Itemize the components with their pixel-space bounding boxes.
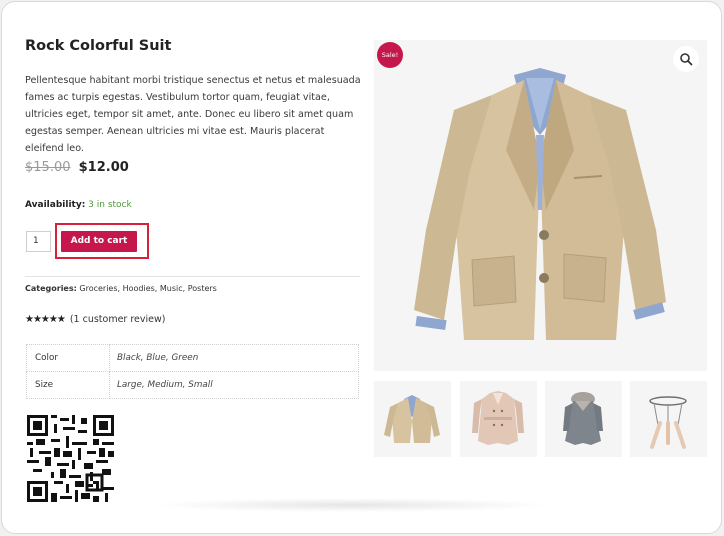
product-rating: ★★★★★ (1 customer review)	[25, 314, 165, 325]
categories-label: Categories:	[25, 284, 77, 293]
review-link[interactable]: (1 customer review)	[70, 314, 166, 325]
thumbnail-blazer[interactable]	[374, 381, 451, 457]
product-price: $15.00 $12.00	[25, 160, 129, 175]
star-rating-icon: ★★★★★	[25, 314, 66, 325]
product-title: Rock Colorful Suit	[25, 38, 172, 54]
trench-coat-thumb-image	[472, 391, 524, 445]
qr-code-icon	[27, 415, 114, 502]
stock-status: 3 in stock	[88, 200, 132, 210]
attribute-name: Color	[26, 344, 110, 372]
divider	[25, 276, 360, 277]
blazer-thumb-image	[384, 395, 440, 443]
fur-coat-thumb-image	[563, 392, 603, 445]
table-row: Color Black, Blue, Green	[26, 344, 359, 372]
product-categories: Categories: Groceries, Hoodies, Music, P…	[25, 284, 217, 293]
attribute-value: Large, Medium, Small	[109, 371, 359, 399]
thumbnail-fur-coat[interactable]	[545, 381, 622, 457]
stool-thumb-image	[649, 396, 687, 449]
bottom-shadow	[152, 498, 552, 512]
availability: Availability: 3 in stock	[25, 200, 132, 210]
product-description: Pellentesque habitant morbi tristique se…	[25, 75, 361, 154]
thumbnail-trench-coat[interactable]	[460, 381, 537, 457]
attribute-value: Black, Blue, Green	[109, 344, 359, 372]
quantity-input[interactable]: 1	[26, 231, 51, 252]
product-page: Rock Colorful Suit Pellentesque habitant…	[1, 1, 722, 534]
attribute-name: Size	[26, 371, 110, 399]
zoom-button[interactable]	[673, 46, 699, 72]
main-product-image[interactable]	[374, 40, 707, 371]
old-price: $15.00	[25, 160, 71, 175]
sale-badge: Sale!	[377, 42, 403, 68]
blazer-image	[414, 68, 666, 340]
availability-label: Availability:	[25, 200, 86, 210]
thumbnail-stool[interactable]	[630, 381, 707, 457]
categories-list[interactable]: Groceries, Hoodies, Music, Posters	[79, 284, 216, 293]
attributes-table: Color Black, Blue, Green Size Large, Med…	[26, 344, 359, 399]
add-to-cart-button[interactable]: Add to cart	[61, 231, 137, 252]
current-price: $12.00	[78, 160, 129, 175]
magnifier-icon	[680, 53, 693, 66]
table-row: Size Large, Medium, Small	[26, 371, 359, 399]
